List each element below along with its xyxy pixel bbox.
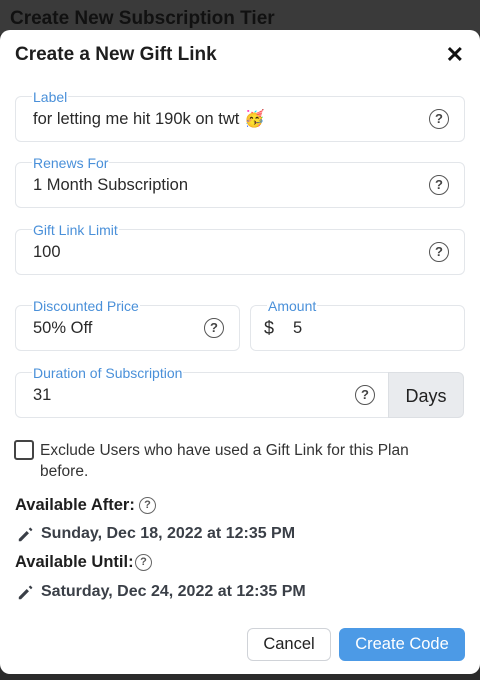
- close-icon[interactable]: ✕: [446, 42, 464, 68]
- available-after-date[interactable]: Sunday, Dec 18, 2022 at 12:35 PM: [17, 525, 295, 543]
- renews-for-value: 1 Month Subscription: [33, 176, 189, 194]
- gift-link-modal: Create a New Gift Link ✕ Label for letti…: [0, 30, 480, 674]
- duration-field[interactable]: Duration of Subscription 31 ?: [15, 365, 389, 418]
- exclude-users-label: Exclude Users who have used a Gift Link …: [40, 442, 409, 480]
- question-circle-icon[interactable]: ?: [204, 318, 224, 338]
- available-until-label: Available Until:: [15, 553, 134, 571]
- question-circle-icon[interactable]: ?: [429, 242, 449, 262]
- label-field[interactable]: Label for letting me hit 190k on twt 🥳 ?: [15, 89, 465, 142]
- available-until-value: Saturday, Dec 24, 2022 at 12:35 PM: [41, 583, 306, 600]
- currency-symbol: $: [264, 318, 275, 338]
- duration-value: 31: [33, 386, 52, 404]
- modal-title: Create a New Gift Link: [15, 44, 217, 65]
- create-code-button[interactable]: Create Code: [339, 628, 465, 661]
- discounted-price-value: 50% Off: [33, 319, 93, 337]
- question-circle-icon[interactable]: ?: [135, 554, 152, 571]
- discounted-price-select[interactable]: Discounted Price 50% Off ?: [15, 298, 240, 351]
- pencil-icon: [18, 527, 33, 542]
- background-page-title: Create New Subscription Tier: [10, 8, 275, 29]
- exclude-users-checkbox[interactable]: [14, 440, 34, 460]
- available-after-label: Available After:: [15, 496, 135, 514]
- renews-for-select[interactable]: Renews For 1 Month Subscription ?: [15, 155, 465, 208]
- gift-link-limit-label: Gift Link Limit: [32, 222, 119, 238]
- duration-label: Duration of Subscription: [32, 365, 184, 381]
- label-field-value: for letting me hit 190k on twt 🥳: [33, 110, 265, 128]
- question-circle-icon[interactable]: ?: [355, 385, 375, 405]
- gift-link-limit-field[interactable]: Gift Link Limit 100 ?: [15, 222, 465, 275]
- question-circle-icon[interactable]: ?: [429, 175, 449, 195]
- amount-label: Amount: [267, 298, 318, 314]
- available-after-value: Sunday, Dec 18, 2022 at 12:35 PM: [41, 525, 296, 542]
- pencil-icon: [18, 585, 33, 600]
- renews-for-label: Renews For: [32, 155, 110, 171]
- label-field-label: Label: [32, 89, 69, 105]
- discounted-price-label: Discounted Price: [32, 298, 140, 314]
- amount-field[interactable]: Amount $ 5: [250, 298, 465, 351]
- question-circle-icon[interactable]: ?: [139, 497, 156, 514]
- cancel-button[interactable]: Cancel: [247, 628, 331, 661]
- available-until-date[interactable]: Saturday, Dec 24, 2022 at 12:35 PM: [17, 583, 306, 601]
- question-circle-icon[interactable]: ?: [429, 109, 449, 129]
- gift-link-limit-value: 100: [33, 243, 61, 261]
- duration-unit: Days: [388, 372, 464, 418]
- amount-value: 5: [293, 319, 303, 337]
